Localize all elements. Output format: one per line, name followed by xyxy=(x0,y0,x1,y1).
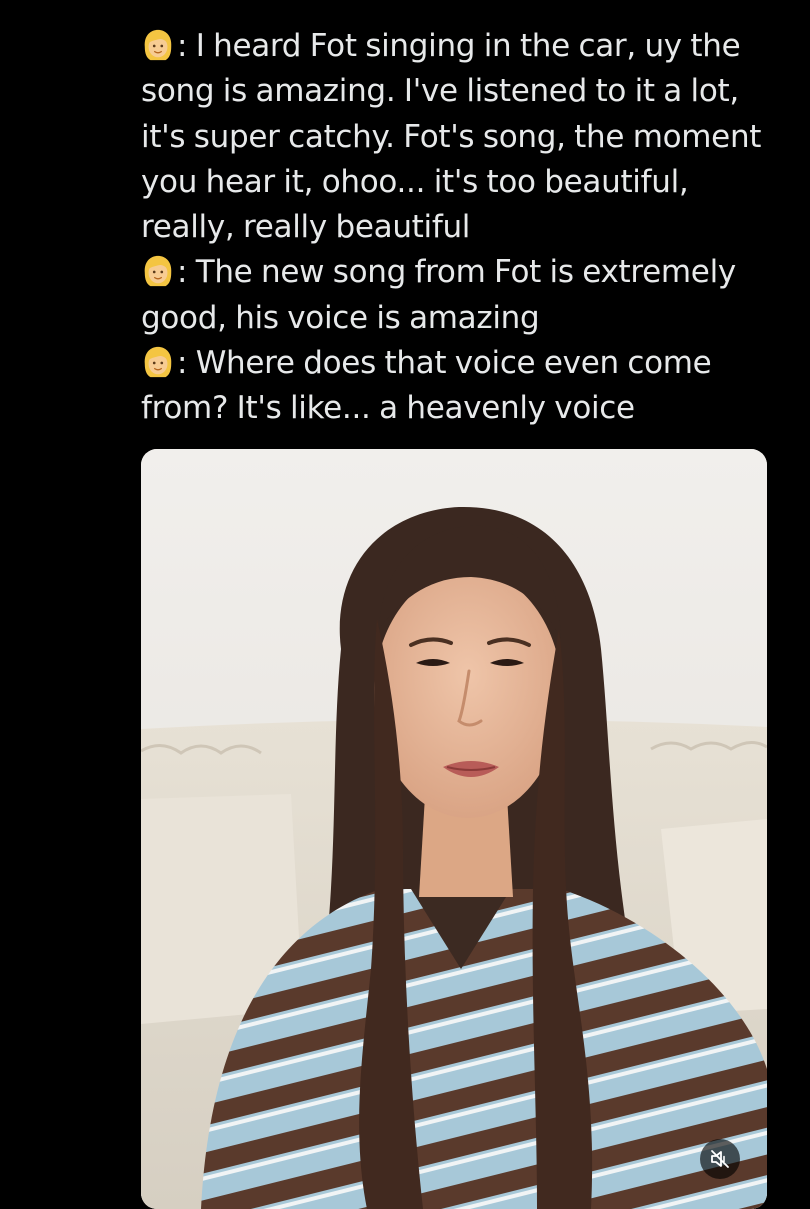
quote-block: : I heard Fot singing in the car, uy the… xyxy=(141,24,781,250)
woman-blonde-emoji-icon xyxy=(144,346,172,378)
speaker-muted-icon xyxy=(711,1150,729,1168)
text-line: really, really beautiful xyxy=(141,209,471,246)
text-line: good, his voice is amazing xyxy=(141,299,540,336)
tweet-post: : I heard Fot singing in the car, uy the… xyxy=(0,0,810,1209)
text-line: you hear it, ohoo... it's too beautiful, xyxy=(141,163,689,200)
quote-text: : Where does that voice even come xyxy=(177,345,712,382)
quote-text: : The new song from Fot is extremely xyxy=(177,254,736,291)
text-line: song is amazing. I've listened to it a l… xyxy=(141,73,739,110)
tweet-text: : I heard Fot singing in the car, uy the… xyxy=(141,24,781,432)
text-line: : The new song from Fot is extremely xyxy=(141,250,781,295)
text-line: from? It's like... a heavenly voice xyxy=(141,390,635,427)
video-player[interactable] xyxy=(141,449,767,1209)
quote-block: : The new song from Fot is extremely goo… xyxy=(141,250,781,341)
woman-blonde-emoji-icon xyxy=(144,256,172,287)
mute-button[interactable] xyxy=(700,1139,740,1179)
quote-text: : I heard Fot singing in the car, uy the xyxy=(177,28,741,64)
woman-blonde-emoji-icon xyxy=(144,29,172,61)
video-frame xyxy=(141,449,767,1209)
quote-block: : Where does that voice even come from? … xyxy=(141,341,781,432)
text-line: : Where does that voice even come xyxy=(141,341,781,386)
text-line: it's super catchy. Fot's song, the momen… xyxy=(141,118,762,155)
text-line: : I heard Fot singing in the car, uy the xyxy=(141,24,781,69)
